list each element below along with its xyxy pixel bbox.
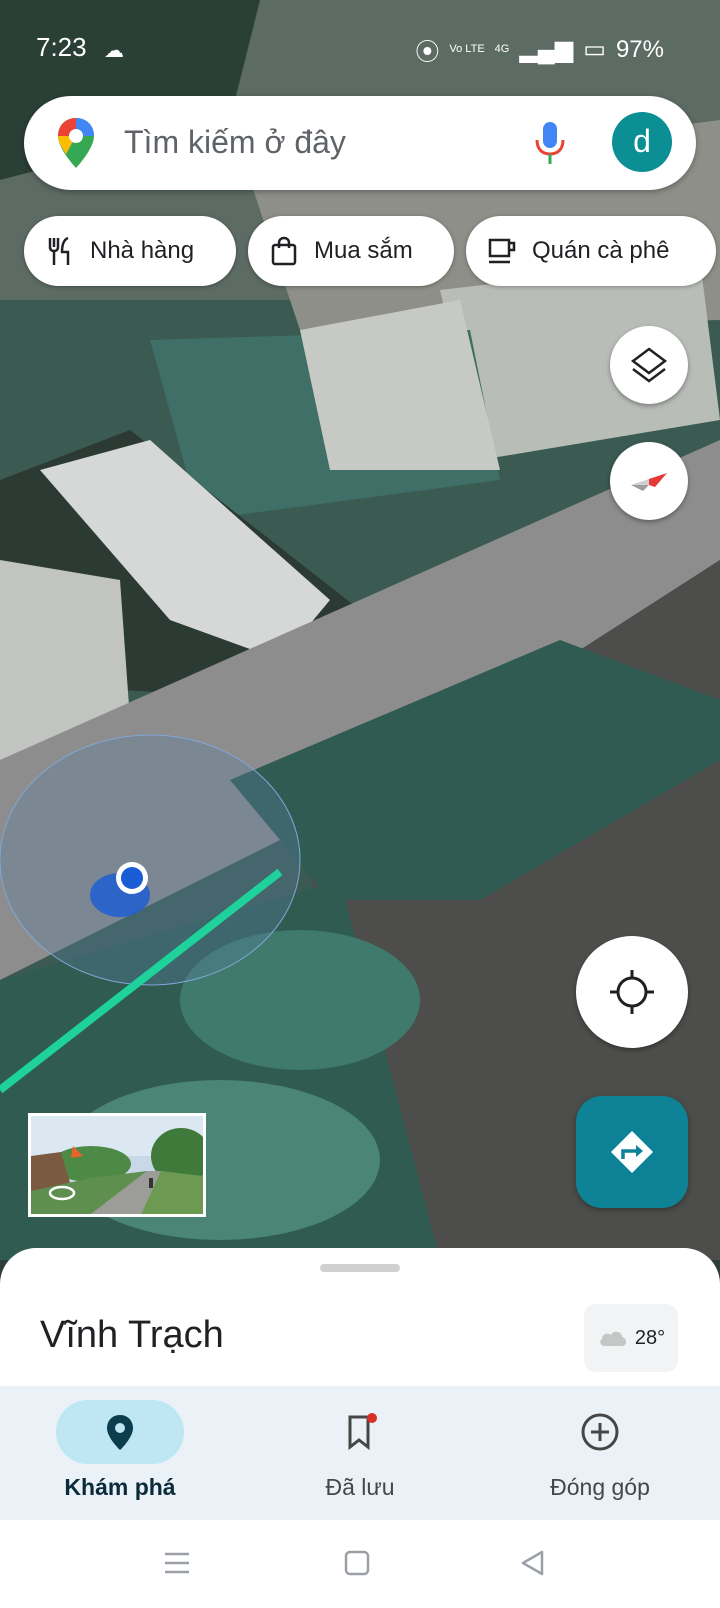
home-icon[interactable] <box>342 1548 372 1578</box>
nav-saved[interactable]: Đã lưu <box>240 1386 480 1520</box>
microphone-icon[interactable] <box>530 118 570 168</box>
location-status-icon: ⦿ <box>415 39 440 66</box>
current-location-dot <box>121 867 143 889</box>
status-right: ⦿ Vo LTE 4G ▂▄▆ ▭ 97% <box>415 32 664 67</box>
compass-button[interactable] <box>610 442 688 520</box>
search-bar[interactable]: Tìm kiếm ở đây d <box>24 96 696 190</box>
cloud-status-icon: ☁ <box>104 40 124 62</box>
shopping-bag-icon <box>271 236 297 266</box>
street-view-thumbnail[interactable] <box>28 1113 206 1217</box>
battery-icon: ▭ <box>583 36 606 63</box>
nav-label: Khám phá <box>64 1474 176 1500</box>
my-location-icon <box>610 970 654 1014</box>
bottom-navigation: Khám phá Đã lưu Đóng góp <box>0 1386 720 1520</box>
signal-icon: ▂▄▆ <box>519 36 574 63</box>
rotate-360-icon <box>48 1185 76 1201</box>
drag-handle[interactable] <box>320 1264 400 1272</box>
volte-label: Vo LTE <box>449 43 485 55</box>
directions-icon <box>611 1131 653 1173</box>
coffee-cup-icon <box>488 238 516 264</box>
nav-contribute[interactable]: Đóng góp <box>480 1386 720 1520</box>
directions-button[interactable] <box>576 1096 688 1208</box>
chip-label: Nhà hàng <box>90 237 195 264</box>
accuracy-circle <box>0 734 301 986</box>
status-bar: 7:23 ☁ ⦿ Vo LTE 4G ▂▄▆ ▭ 97% <box>0 0 720 92</box>
back-icon[interactable] <box>518 1548 548 1578</box>
temperature: 28° <box>634 1326 666 1349</box>
menu-icon[interactable] <box>162 1548 192 1578</box>
account-avatar[interactable]: d <box>612 112 672 172</box>
status-time: 7:23 <box>36 32 87 62</box>
explore-pin-icon <box>107 1415 133 1450</box>
restaurant-icon <box>48 236 70 265</box>
add-circle-icon <box>581 1413 619 1451</box>
my-location-button[interactable] <box>576 936 688 1048</box>
cloud-icon <box>600 1331 627 1346</box>
chip-shopping[interactable]: Mua sắm <box>248 216 454 286</box>
nav-label: Đã lưu <box>325 1474 395 1500</box>
chip-label: Quán cà phê <box>532 237 670 264</box>
layers-icon <box>630 347 668 383</box>
bookmark-icon <box>348 1413 377 1451</box>
maps-logo-icon <box>58 118 94 168</box>
nav-explore[interactable]: Khám phá <box>0 1386 240 1520</box>
search-input[interactable]: Tìm kiếm ở đây <box>124 124 346 161</box>
compass-icon <box>631 473 667 491</box>
system-navigation-bar <box>0 1520 720 1608</box>
weather-chip[interactable]: 28° <box>584 1304 678 1372</box>
bottom-sheet[interactable]: Vĩnh Trạch 28° <box>0 1248 720 1388</box>
layers-button[interactable] <box>610 326 688 404</box>
battery-percent: 97% <box>615 35 664 63</box>
network-type-label: 4G <box>494 43 510 55</box>
nav-label: Đóng góp <box>550 1474 650 1500</box>
place-name: Vĩnh Trạch <box>40 1314 224 1356</box>
chip-label: Mua sắm <box>314 237 413 264</box>
chip-restaurants[interactable]: Nhà hàng <box>24 216 236 286</box>
chip-coffee[interactable]: Quán cà phê <box>466 216 716 286</box>
